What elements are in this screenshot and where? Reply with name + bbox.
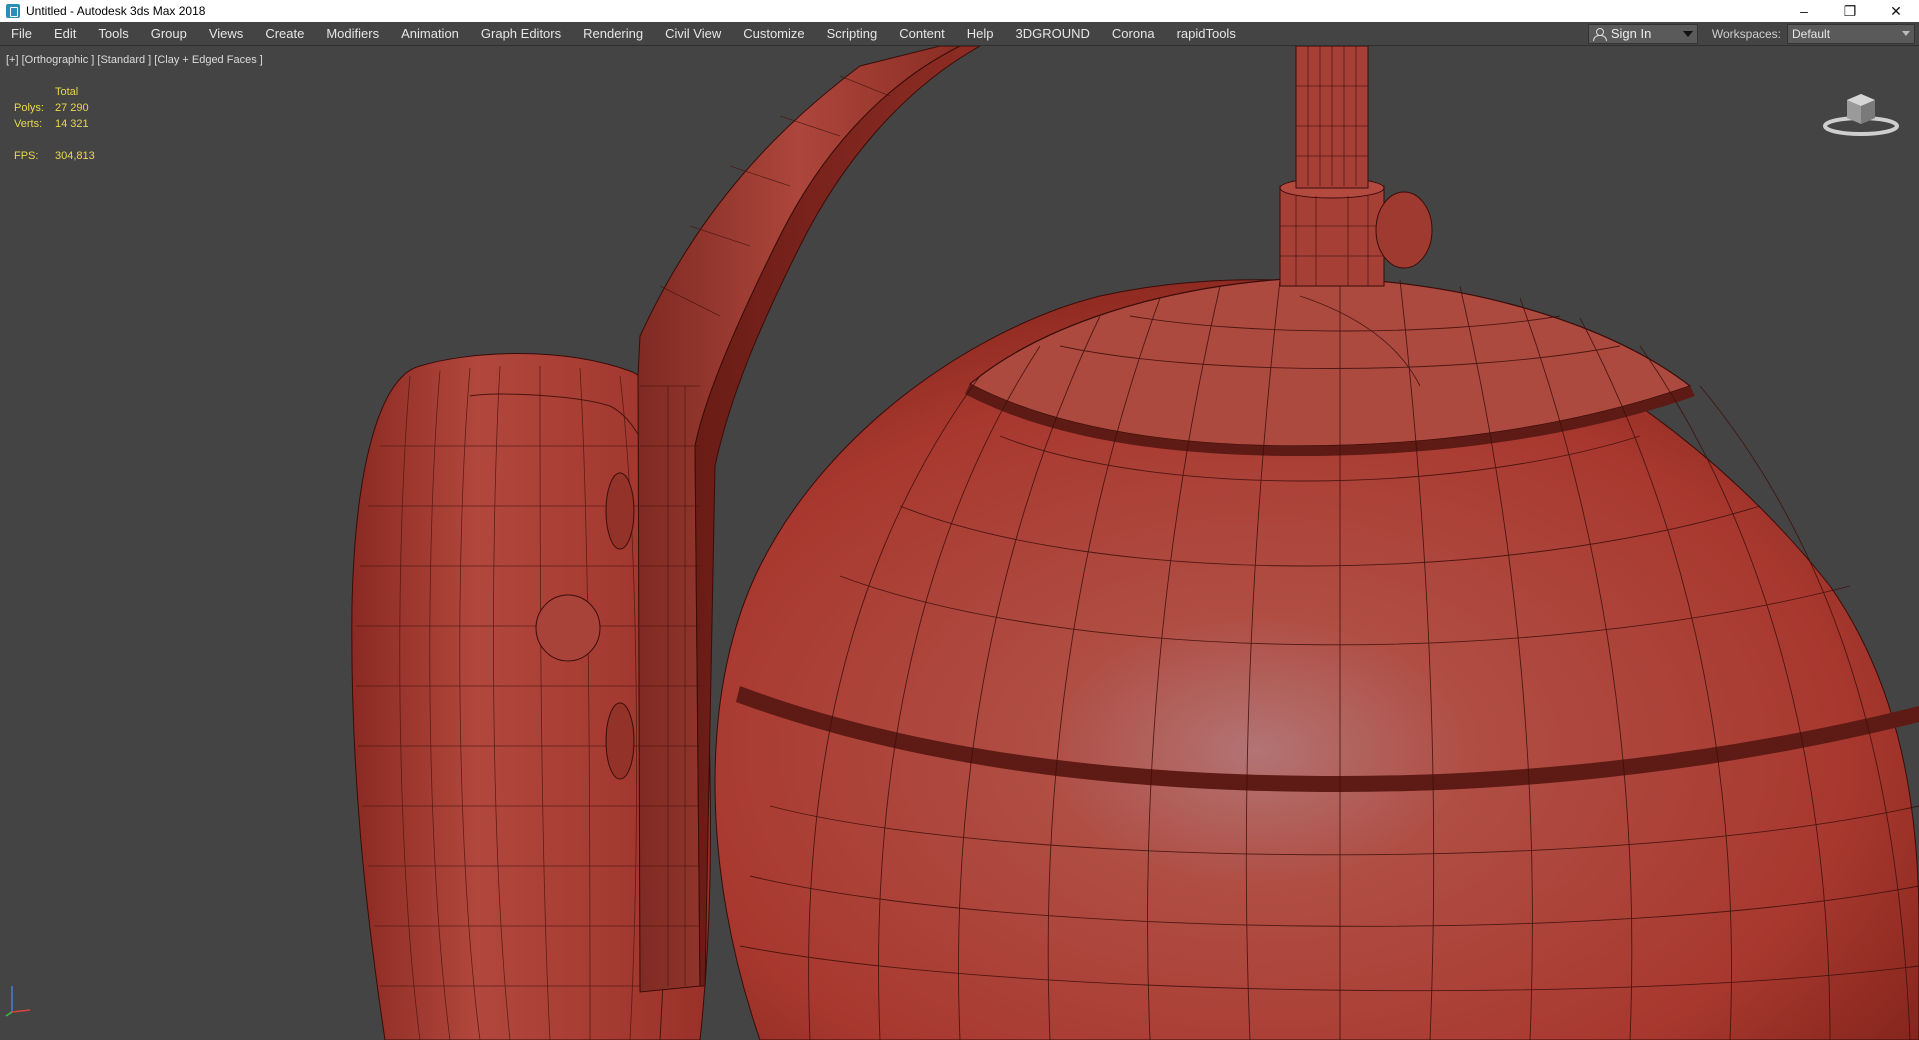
menu-modifiers[interactable]: Modifiers: [315, 22, 390, 46]
close-icon: ✕: [1890, 2, 1902, 19]
viewport[interactable]: [+] [Orthographic ] [Standard ] [Clay + …: [0, 46, 1919, 1040]
title-bar: Untitled - Autodesk 3ds Max 2018 – ❐ ✕: [0, 0, 1919, 22]
stats-header: Total: [55, 86, 79, 98]
viewport-label[interactable]: [+] [Orthographic ] [Standard ] [Clay + …: [6, 54, 263, 66]
app-icon: [6, 4, 20, 18]
workspace-dropdown[interactable]: Default: [1787, 23, 1915, 44]
menu-views[interactable]: Views: [198, 22, 254, 46]
scene-render[interactable]: [0, 46, 1919, 1040]
menu-3dground[interactable]: 3DGROUND: [1005, 22, 1101, 46]
menu-corona[interactable]: Corona: [1101, 22, 1166, 46]
verts-value: 14 321: [55, 118, 89, 130]
fps-value: 304,813: [55, 150, 95, 162]
polys-value: 27 290: [55, 102, 89, 114]
menu-rendering[interactable]: Rendering: [572, 22, 654, 46]
menu-animation[interactable]: Animation: [390, 22, 470, 46]
menu-civil-view[interactable]: Civil View: [654, 22, 732, 46]
chevron-down-icon: [1902, 31, 1910, 36]
fps-label: FPS:: [14, 150, 39, 162]
axis-tripod-icon: [5, 986, 31, 1017]
sign-in-dropdown[interactable]: Sign In: [1587, 23, 1698, 44]
menu-tools[interactable]: Tools: [87, 22, 139, 46]
polys-label: Polys:: [14, 102, 44, 114]
menu-edit[interactable]: Edit: [43, 22, 87, 46]
minimize-icon: –: [1800, 3, 1808, 19]
menu-create[interactable]: Create: [254, 22, 315, 46]
stats-overlay: Total Polys: 27 290 Verts: 14 321 FPS: 304,…: [14, 84, 95, 164]
workspace-value: Default: [1792, 26, 1831, 41]
menu-content[interactable]: Content: [888, 22, 956, 46]
menu-help[interactable]: Help: [956, 22, 1005, 46]
verts-label: Verts:: [14, 118, 43, 130]
window-title: Untitled - Autodesk 3ds Max 2018: [26, 4, 206, 18]
workspaces-selector: Workspaces: Default: [1711, 23, 1915, 44]
menu-scripting[interactable]: Scripting: [816, 22, 889, 46]
chevron-down-icon: [1682, 30, 1693, 37]
menu-group[interactable]: Group: [140, 22, 198, 46]
minimize-button[interactable]: –: [1781, 0, 1827, 22]
user-icon: [1592, 27, 1607, 41]
menu-bar: File Edit Tools Group Views Create Modif…: [0, 22, 1919, 46]
viewcube-icon[interactable]: [1821, 82, 1901, 138]
sign-in-label: Sign In: [1610, 26, 1652, 41]
menu-rapidtools[interactable]: rapidTools: [1166, 22, 1247, 46]
menu-file[interactable]: File: [0, 22, 43, 46]
workspaces-label: Workspaces:: [1711, 26, 1781, 41]
restore-button[interactable]: ❐: [1827, 0, 1873, 22]
menu-graph-editors[interactable]: Graph Editors: [470, 22, 572, 46]
restore-icon: ❐: [1843, 2, 1857, 19]
menu-customize[interactable]: Customize: [732, 22, 815, 46]
close-button[interactable]: ✕: [1873, 0, 1919, 22]
